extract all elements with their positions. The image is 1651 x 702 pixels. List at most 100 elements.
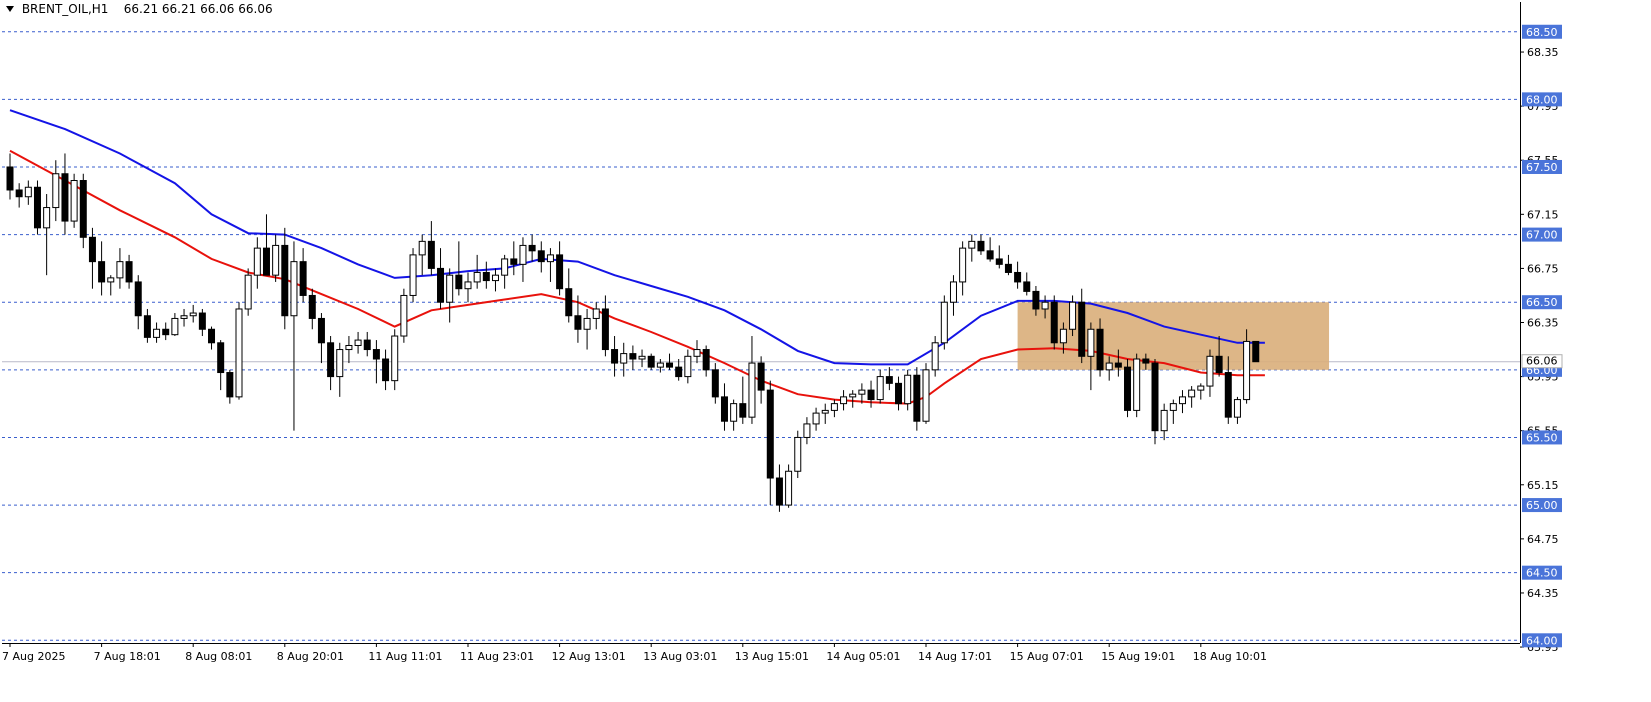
candle-body xyxy=(1014,271,1022,283)
candle-body xyxy=(867,389,875,401)
candle-body xyxy=(235,308,243,398)
candle-body xyxy=(262,247,270,276)
candle xyxy=(592,302,600,330)
candle xyxy=(849,390,857,408)
candle-body xyxy=(1041,301,1049,310)
candle-body xyxy=(565,288,573,317)
candle-body xyxy=(986,250,994,260)
candle xyxy=(546,248,554,282)
x-tick-label: 13 Aug 03:01 xyxy=(643,650,717,663)
candle-body xyxy=(730,403,738,422)
level-label-text: 67.50 xyxy=(1526,161,1558,174)
x-tick-label: 7 Aug 18:01 xyxy=(94,650,161,663)
candle xyxy=(418,234,426,276)
candle-body xyxy=(501,258,509,276)
level-label: 68.00 xyxy=(1522,92,1562,107)
candle xyxy=(1124,359,1132,418)
candle xyxy=(180,308,188,327)
level-label-text: 65.50 xyxy=(1526,431,1558,444)
level-label: 66.50 xyxy=(1522,295,1562,310)
candle xyxy=(317,313,325,364)
candle-body xyxy=(684,355,692,378)
candle-body xyxy=(1133,358,1141,411)
candle xyxy=(153,322,161,343)
candle-body xyxy=(528,244,536,252)
candle xyxy=(327,336,335,391)
candle xyxy=(464,272,472,303)
candle-body xyxy=(940,301,948,344)
candle-body xyxy=(1243,340,1251,401)
y-tick-label: 66.35 xyxy=(1527,317,1559,330)
x-tick-label: 8 Aug 08:01 xyxy=(185,650,252,663)
candle xyxy=(949,275,957,316)
candle-body xyxy=(739,403,747,418)
price-chart[interactable]: 68.3567.9567.5567.1566.7566.3565.9565.55… xyxy=(0,0,1651,702)
candle xyxy=(895,376,903,411)
candle-body xyxy=(208,328,216,344)
candle-body xyxy=(1096,328,1104,371)
x-tick-label: 14 Aug 05:01 xyxy=(826,650,900,663)
level-label-text: 64.50 xyxy=(1526,567,1558,580)
level-label: 67.00 xyxy=(1522,227,1562,242)
candle-body xyxy=(904,374,912,405)
candle-body xyxy=(895,382,903,405)
candle xyxy=(235,302,243,400)
candle xyxy=(711,363,719,404)
candle xyxy=(629,345,637,370)
candle xyxy=(830,399,838,418)
candle xyxy=(308,288,316,330)
candle-body xyxy=(794,436,802,472)
candle-body xyxy=(382,358,390,382)
candle xyxy=(794,430,802,479)
candle-body xyxy=(33,186,41,229)
candle xyxy=(70,173,78,228)
candle-body xyxy=(1032,290,1040,310)
candle xyxy=(409,248,417,303)
x-tick-label: 13 Aug 15:01 xyxy=(735,650,809,663)
candle-body xyxy=(1004,263,1012,273)
candle-body xyxy=(995,258,1003,265)
chart-canvas[interactable]: 68.3567.9567.5567.1566.7566.3565.9565.55… xyxy=(0,0,1651,702)
candle-body xyxy=(134,281,142,317)
candle xyxy=(391,329,399,391)
candle xyxy=(775,464,783,512)
candle-body xyxy=(611,349,619,364)
candle-body xyxy=(226,372,234,398)
candle-body xyxy=(107,277,115,283)
candle-body xyxy=(437,267,445,303)
candle-body xyxy=(1188,389,1196,398)
candle xyxy=(821,403,829,424)
candle xyxy=(262,214,270,276)
candle-body xyxy=(849,393,857,398)
dropdown-triangle-icon[interactable] xyxy=(6,6,14,12)
candle-body xyxy=(959,247,967,283)
candle-body xyxy=(666,362,674,368)
candle-body xyxy=(1087,328,1095,357)
candle xyxy=(995,245,1003,269)
candle-body xyxy=(79,180,87,238)
candle-body xyxy=(464,281,472,290)
y-tick-label: 66.75 xyxy=(1527,262,1559,275)
candle-body xyxy=(1206,355,1214,387)
x-tick-label: 15 Aug 19:01 xyxy=(1101,650,1175,663)
y-tick-label: 67.15 xyxy=(1527,208,1559,221)
candle-body xyxy=(1215,355,1223,374)
candle xyxy=(446,268,454,323)
candle-body xyxy=(473,271,481,283)
candle-body xyxy=(1178,396,1186,405)
candle xyxy=(208,326,216,350)
candle xyxy=(1078,288,1086,364)
candle xyxy=(162,322,170,341)
candle xyxy=(885,367,893,391)
candle xyxy=(986,237,994,262)
candle xyxy=(253,237,261,289)
candle-body xyxy=(1059,328,1067,344)
candle-body xyxy=(88,236,96,263)
current-price-text: 66.06 xyxy=(1526,355,1558,368)
candle-body xyxy=(812,412,820,425)
symbol-label: BRENT_OIL,H1 xyxy=(21,2,109,16)
symbol-header: BRENT_OIL,H1 66.21 66.21 66.06 66.06 xyxy=(6,2,273,16)
candle xyxy=(400,288,408,343)
candle xyxy=(1206,349,1214,397)
candle xyxy=(876,369,884,404)
